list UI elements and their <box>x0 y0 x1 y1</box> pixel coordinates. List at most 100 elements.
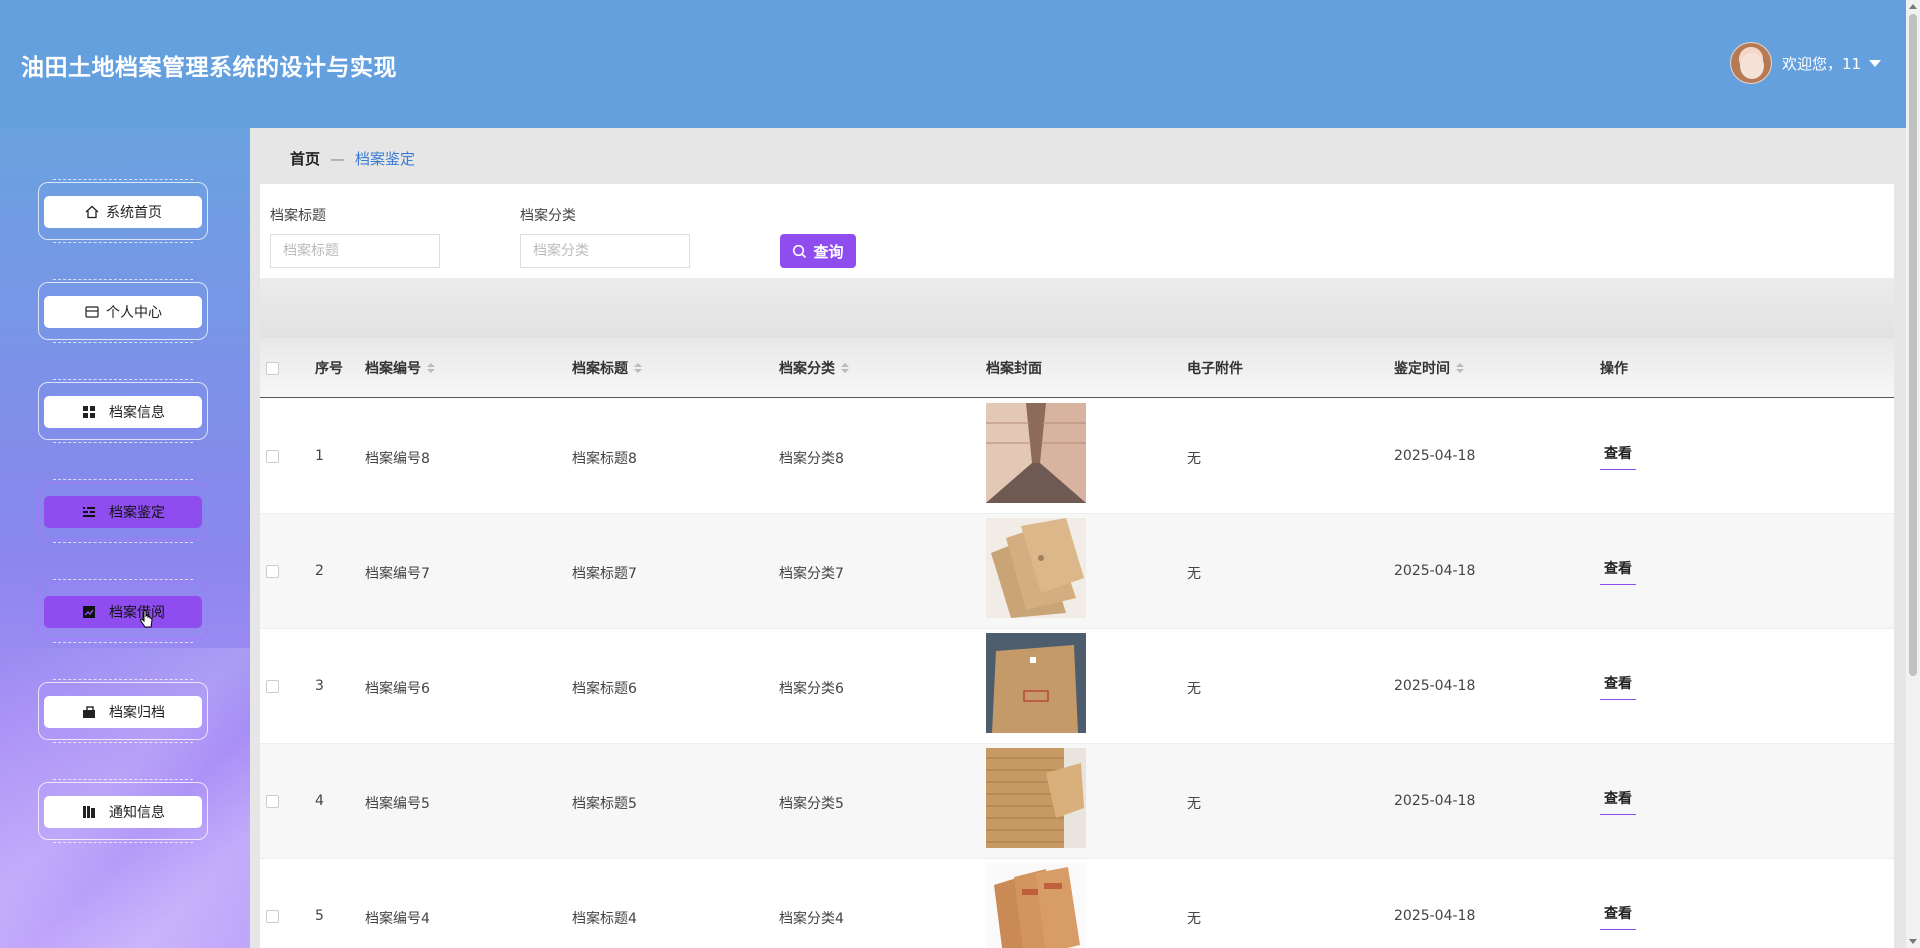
sidebar-button-notice[interactable]: 通知信息 <box>44 796 202 828</box>
header-title[interactable]: 档案标题 <box>572 358 642 378</box>
breadcrumb-home[interactable]: 首页 <box>290 148 320 169</box>
view-button[interactable]: 查看 <box>1600 443 1636 470</box>
cell-category: 档案分类8 <box>779 451 844 467</box>
list-icon <box>81 504 97 520</box>
archive-table: 序号 档案编号 档案标题 档案分类 档案封面 电子附件 鉴定时间 操作 1 档案… <box>260 338 1894 948</box>
sidebar-item-profile[interactable]: 个人中心 <box>38 279 208 343</box>
query-button-label: 查询 <box>813 243 844 261</box>
view-button[interactable]: 查看 <box>1600 558 1636 585</box>
cell-time: 2025-04-18 <box>1394 678 1476 694</box>
table-row: 1 档案编号8 档案标题8 档案分类8 无 2025-04-18 查看 <box>260 399 1894 514</box>
query-button[interactable]: 查询 <box>780 234 856 268</box>
cell-code: 档案编号6 <box>365 681 430 697</box>
wallet-icon <box>84 304 100 320</box>
header-time-label: 鉴定时间 <box>1394 361 1450 377</box>
header-code-label: 档案编号 <box>365 361 421 377</box>
sidebar-item-label: 个人中心 <box>106 305 162 321</box>
top-header: 油田土地档案管理系统的设计与实现 欢迎您，11 <box>0 0 1906 128</box>
table-row: 4 档案编号5 档案标题5 档案分类5 无 2025-04-18 查看 <box>260 744 1894 859</box>
cell-title: 档案标题7 <box>572 566 637 582</box>
header-category[interactable]: 档案分类 <box>779 358 849 378</box>
chart-icon <box>81 604 97 620</box>
row-checkbox[interactable] <box>266 450 279 463</box>
archive-cover-image[interactable] <box>986 633 1086 733</box>
book-icon <box>81 804 97 820</box>
cell-index: 5 <box>315 908 324 924</box>
cell-category: 档案分类5 <box>779 796 844 812</box>
table-row: 3 档案编号6 档案标题6 档案分类6 无 2025-04-18 查看 <box>260 629 1894 744</box>
sidebar-item-borrow[interactable]: 档案借阅 <box>38 579 208 643</box>
scroll-down-icon[interactable] <box>1909 939 1917 944</box>
sidebar-item-label: 通知信息 <box>109 805 165 821</box>
sidebar-item-notice[interactable]: 通知信息 <box>38 779 208 843</box>
cell-title: 档案标题6 <box>572 681 637 697</box>
sidebar-item-label: 档案归档 <box>109 705 165 721</box>
cell-index: 1 <box>315 448 324 464</box>
sort-icon[interactable] <box>1456 363 1464 373</box>
header-index: 序号 <box>315 358 343 378</box>
sidebar-item-label: 档案信息 <box>109 405 165 421</box>
cell-category: 档案分类4 <box>779 911 844 927</box>
sort-icon[interactable] <box>841 363 849 373</box>
user-menu[interactable]: 欢迎您，11 <box>1730 42 1882 84</box>
sidebar: 系统首页 个人中心 档案信息 档案鉴定 档案借阅 档案归档 通知信息 <box>0 128 250 948</box>
sidebar-button-borrow[interactable]: 档案借阅 <box>44 596 202 628</box>
sort-icon[interactable] <box>634 363 642 373</box>
header-time[interactable]: 鉴定时间 <box>1394 358 1464 378</box>
title-search-input[interactable] <box>270 234 440 268</box>
archive-cover-image[interactable] <box>986 518 1086 618</box>
view-button[interactable]: 查看 <box>1600 903 1636 930</box>
cell-time: 2025-04-18 <box>1394 448 1476 464</box>
header-cover-label: 档案封面 <box>986 361 1042 377</box>
archive-cover-image[interactable] <box>986 748 1086 848</box>
row-checkbox[interactable] <box>266 910 279 923</box>
sidebar-item-label: 档案鉴定 <box>109 505 165 521</box>
app-title: 油田土地档案管理系统的设计与实现 <box>21 55 397 81</box>
main-content: 首页 — 档案鉴定 档案标题 档案分类 查询 序号 档案编号 档案标题 档案分类… <box>250 128 1906 948</box>
home-icon <box>84 204 100 220</box>
archive-cover-image[interactable] <box>986 403 1086 503</box>
sidebar-button-filing[interactable]: 档案归档 <box>44 696 202 728</box>
sidebar-button-profile[interactable]: 个人中心 <box>44 296 202 328</box>
page-scrollbar[interactable] <box>1906 0 1920 948</box>
header-attachment-label: 电子附件 <box>1187 361 1243 377</box>
cell-index: 4 <box>315 793 324 809</box>
breadcrumb-separator: — <box>330 149 346 168</box>
breadcrumb-current: 档案鉴定 <box>355 150 416 168</box>
sidebar-button-appraisal[interactable]: 档案鉴定 <box>44 496 202 528</box>
cell-title: 档案标题4 <box>572 911 637 927</box>
grid-icon <box>81 404 97 420</box>
search-icon <box>793 244 807 258</box>
header-code[interactable]: 档案编号 <box>365 358 435 378</box>
row-checkbox[interactable] <box>266 680 279 693</box>
cell-code: 档案编号4 <box>365 911 430 927</box>
cell-time: 2025-04-18 <box>1394 793 1476 809</box>
caret-down-icon[interactable] <box>1869 59 1882 67</box>
view-button[interactable]: 查看 <box>1600 673 1636 700</box>
cell-code: 档案编号8 <box>365 451 430 467</box>
view-button[interactable]: 查看 <box>1600 788 1636 815</box>
header-attachment: 电子附件 <box>1187 358 1243 378</box>
cell-category: 档案分类7 <box>779 566 844 582</box>
cell-attachment: 无 <box>1187 796 1201 812</box>
sidebar-item-home[interactable]: 系统首页 <box>38 179 208 243</box>
scroll-thumb[interactable] <box>1909 14 1917 676</box>
header-cover: 档案封面 <box>986 358 1042 378</box>
sidebar-button-home[interactable]: 系统首页 <box>44 196 202 228</box>
cell-title: 档案标题8 <box>572 451 637 467</box>
row-checkbox[interactable] <box>266 565 279 578</box>
sidebar-item-archive-info[interactable]: 档案信息 <box>38 379 208 443</box>
sidebar-item-label: 系统首页 <box>106 205 162 221</box>
archive-cover-image[interactable] <box>986 863 1086 948</box>
scroll-up-icon[interactable] <box>1909 4 1917 9</box>
cell-time: 2025-04-18 <box>1394 908 1476 924</box>
row-checkbox[interactable] <box>266 795 279 808</box>
sidebar-item-filing[interactable]: 档案归档 <box>38 679 208 743</box>
avatar[interactable] <box>1730 42 1772 84</box>
sidebar-item-appraisal[interactable]: 档案鉴定 <box>38 479 208 543</box>
table-row: 2 档案编号7 档案标题7 档案分类7 无 2025-04-18 查看 <box>260 514 1894 629</box>
select-all-checkbox[interactable] <box>266 362 279 375</box>
sort-icon[interactable] <box>427 363 435 373</box>
category-search-input[interactable] <box>520 234 690 268</box>
sidebar-button-archive-info[interactable]: 档案信息 <box>44 396 202 428</box>
